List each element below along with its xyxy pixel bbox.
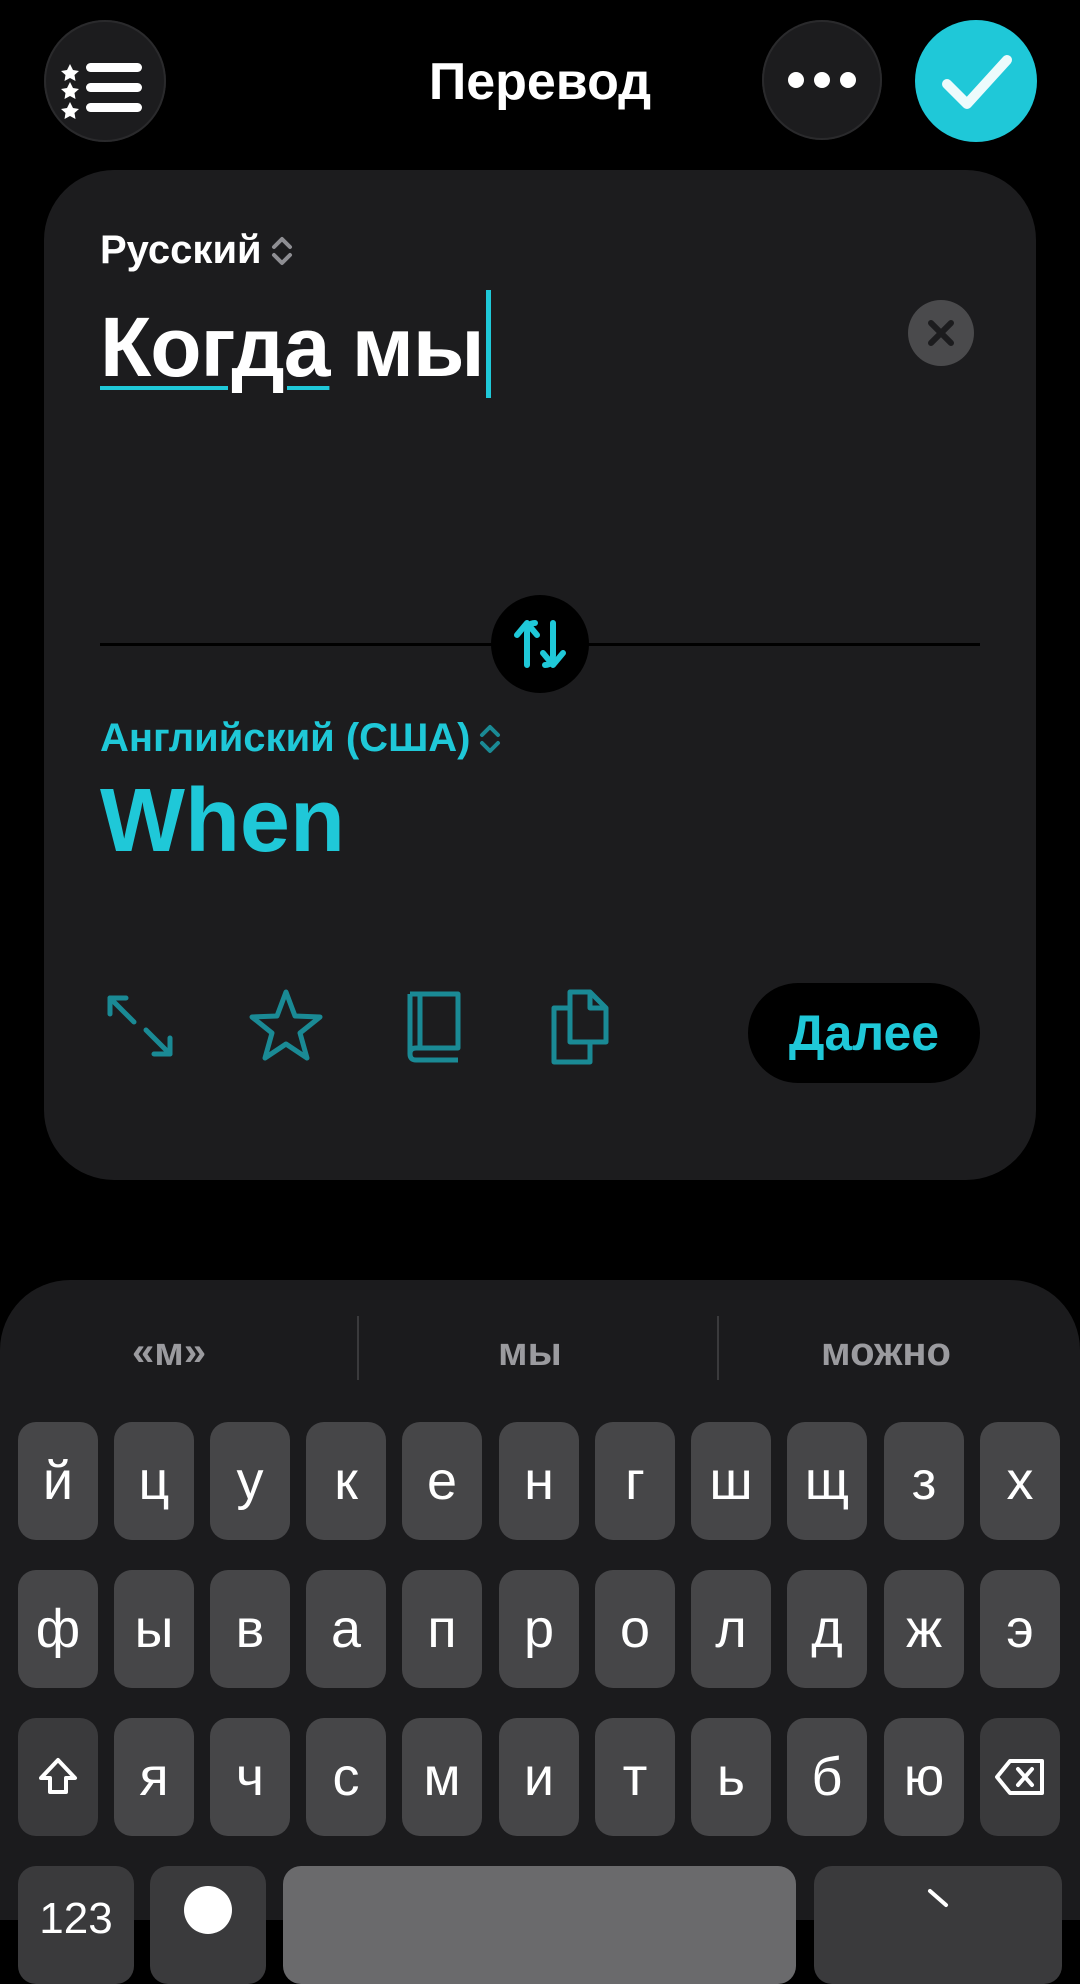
key[interactable]: н (499, 1422, 579, 1540)
text-cursor (485, 290, 491, 398)
key[interactable]: б (787, 1718, 867, 1836)
chevron-up-down-icon (480, 724, 501, 753)
key[interactable]: л (691, 1570, 771, 1688)
key[interactable]: у (210, 1422, 290, 1540)
done-button[interactable] (915, 20, 1037, 142)
source-word-underlined: Когда (100, 300, 330, 394)
translation-card: Русский Когда мы Английский (США) When Д… (44, 170, 1036, 1180)
key[interactable]: ц (114, 1422, 194, 1540)
chevron-up-down-icon (271, 236, 292, 265)
key[interactable]: з (884, 1422, 964, 1540)
expand-icon (107, 995, 173, 1057)
key[interactable]: й (18, 1422, 98, 1540)
key[interactable]: п (402, 1570, 482, 1688)
swap-arrows-icon (514, 620, 566, 668)
key[interactable]: е (402, 1422, 482, 1540)
key[interactable]: ф (18, 1570, 98, 1688)
key[interactable]: х (980, 1422, 1060, 1540)
key[interactable]: а (306, 1570, 386, 1688)
target-language-selector[interactable]: Английский (США) (100, 716, 504, 761)
key[interactable]: щ (787, 1422, 867, 1540)
target-language-label: Английский (США) (100, 716, 471, 760)
key[interactable]: г (595, 1422, 675, 1540)
key[interactable]: в (210, 1570, 290, 1688)
suggestion-3[interactable]: можно (821, 1330, 951, 1375)
key[interactable]: ю (884, 1718, 964, 1836)
key[interactable]: я (114, 1718, 194, 1836)
key[interactable]: о (595, 1570, 675, 1688)
backspace-icon (995, 1759, 1044, 1795)
return-key[interactable] (814, 1866, 1062, 1984)
close-icon (928, 320, 954, 346)
source-text-input[interactable]: Когда мы (100, 290, 491, 398)
chevron-right-icon (928, 1889, 948, 1907)
copy-button[interactable] (540, 986, 620, 1066)
checkmark-icon (942, 55, 1012, 109)
suggestion-1[interactable]: «м» (132, 1330, 206, 1375)
book-icon (407, 991, 461, 1063)
suggestion-2[interactable]: мы (498, 1330, 562, 1375)
delete-key[interactable] (980, 1718, 1060, 1836)
star-icon (249, 989, 323, 1061)
ellipsis-icon (788, 72, 856, 88)
expand-button[interactable] (100, 986, 180, 1066)
clear-button[interactable] (908, 300, 974, 366)
dictionary-button[interactable] (394, 986, 474, 1066)
source-word: мы (329, 300, 485, 394)
source-language-selector[interactable]: Русский (100, 228, 296, 273)
swap-languages-button[interactable] (491, 595, 589, 693)
keyboard: «м» мы можно й ц у к е н г ш щ з х ф ы в… (0, 1280, 1080, 1984)
key[interactable]: д (787, 1570, 867, 1688)
key[interactable]: и (499, 1718, 579, 1836)
more-button[interactable] (762, 20, 882, 140)
favorite-button[interactable] (246, 986, 326, 1066)
shift-key[interactable] (18, 1718, 98, 1836)
source-language-label: Русский (100, 228, 262, 272)
copy-icon (551, 989, 609, 1065)
key[interactable]: ж (884, 1570, 964, 1688)
translation-output: When (100, 771, 345, 871)
suggestion-separator (357, 1316, 359, 1380)
key[interactable]: э (980, 1570, 1060, 1688)
key[interactable]: ь (691, 1718, 771, 1836)
key[interactable]: р (499, 1570, 579, 1688)
suggestion-separator (717, 1316, 719, 1380)
key[interactable]: ч (210, 1718, 290, 1836)
key[interactable]: к (306, 1422, 386, 1540)
shift-icon (39, 1758, 77, 1794)
emoji-key[interactable] (150, 1866, 266, 1984)
key[interactable]: ш (691, 1422, 771, 1540)
space-key[interactable] (283, 1866, 796, 1984)
key[interactable]: ы (114, 1570, 194, 1688)
key[interactable]: м (402, 1718, 482, 1836)
key[interactable]: с (306, 1718, 386, 1836)
emoji-icon (184, 1886, 232, 1934)
numbers-key[interactable]: 123 (18, 1866, 134, 1984)
next-button[interactable]: Далее (748, 983, 980, 1083)
key[interactable]: т (595, 1718, 675, 1836)
